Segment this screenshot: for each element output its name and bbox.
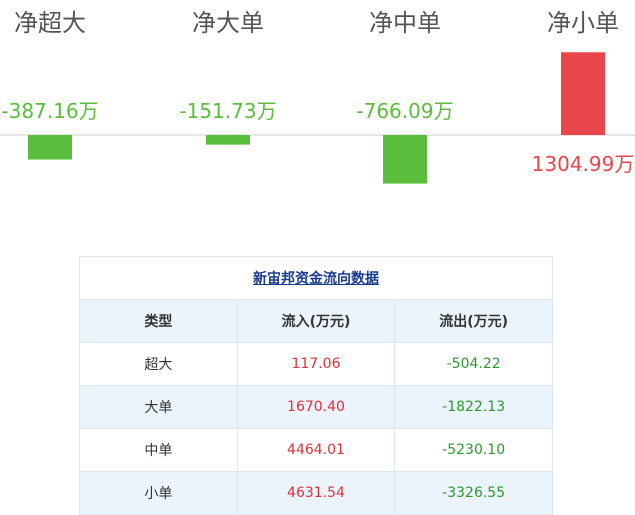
category-label: 净大单: [192, 9, 264, 37]
row-inflow: 1670.40: [236, 385, 396, 429]
table-row: 小单 4631.54 -3326.55: [79, 471, 553, 515]
value-label: -151.73万: [179, 99, 276, 123]
row-type: 中单: [79, 428, 238, 472]
table-row: 大单 1670.40 -1822.13: [79, 385, 553, 429]
net-flow-bar-chart: 净超大 -387.16万 净大单 -151.73万 净中单 -766.09万 净小单 1304…: [0, 9, 635, 184]
row-type: 大单: [79, 385, 238, 429]
row-inflow: 117.06: [236, 342, 396, 386]
category-label: 净中单: [369, 9, 441, 37]
value-label: 1304.99万: [532, 152, 635, 176]
table-title-cell: 新宙邦资金流向数据: [79, 256, 553, 300]
row-inflow: 4464.01: [236, 428, 396, 472]
row-type: 小单: [79, 471, 238, 515]
header-outflow: 流出(万元): [394, 299, 553, 343]
value-label: -766.09万: [356, 99, 453, 123]
category-label: 净小单: [547, 9, 619, 37]
table-title-link[interactable]: 新宙邦资金流向数据: [253, 271, 379, 287]
bar-4: [561, 52, 605, 135]
bar-1: [28, 135, 72, 160]
fund-flow-table: 新宙邦资金流向数据 类型 流入(万元) 流出(万元) 超大 117.06 -50…: [79, 256, 553, 515]
table-row: 中单 4464.01 -5230.10: [79, 428, 553, 472]
row-outflow: -504.22: [394, 342, 553, 386]
row-outflow: -5230.10: [394, 428, 553, 472]
table-row: 超大 117.06 -504.22: [79, 342, 553, 386]
bar-2: [206, 135, 250, 145]
row-type: 超大: [79, 342, 238, 386]
bar-3: [383, 135, 427, 184]
row-outflow: -3326.55: [394, 471, 553, 515]
value-label: -387.16万: [1, 99, 98, 123]
row-inflow: 4631.54: [236, 471, 396, 515]
header-type: 类型: [79, 299, 238, 343]
header-inflow: 流入(万元): [236, 299, 396, 343]
row-outflow: -1822.13: [394, 385, 553, 429]
category-label: 净超大: [14, 9, 86, 37]
